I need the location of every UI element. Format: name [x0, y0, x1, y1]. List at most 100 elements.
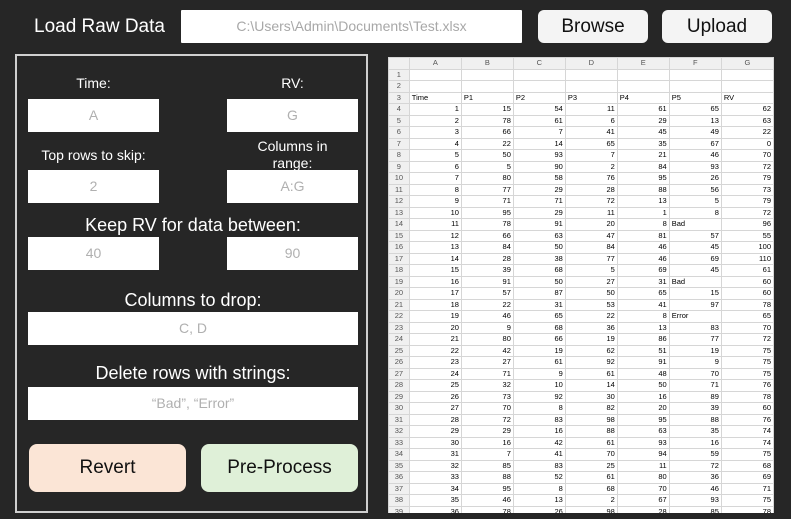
table-row: 19 16 91 50 27 31 Bad 60: [388, 275, 774, 288]
revert-button[interactable]: Revert: [29, 444, 186, 492]
table-cell: 46: [668, 482, 722, 495]
row-number: 10: [388, 172, 410, 185]
table-cell: 46: [460, 310, 514, 323]
table-cell: 78: [720, 505, 774, 513]
table-row: 35 32 85 83 25 11 72 68: [388, 459, 774, 472]
column-header: A: [408, 57, 462, 70]
table-cell: 60: [720, 287, 774, 300]
columns-to-drop-input[interactable]: C, D: [28, 312, 358, 345]
row-number: 32: [388, 425, 410, 438]
spreadsheet-table: A B C D E F G 1 2 3 Time P1 P2 P3 P4 P5 RV 4 1 15 54 11 61 65 62…: [388, 57, 774, 513]
table-cell: 52: [512, 471, 566, 484]
rv-input[interactable]: G: [227, 99, 358, 132]
table-cell: 72: [668, 459, 722, 472]
table-cell: 77: [668, 333, 722, 346]
delete-rows-input[interactable]: “Bad”, “Error”: [28, 387, 358, 420]
time-input[interactable]: A: [28, 99, 159, 132]
table-cell: 66: [512, 333, 566, 346]
table-cell: 17: [408, 287, 462, 300]
table-cell: 70: [564, 448, 618, 461]
table-row: 11 8 77 29 28 88 56 73: [388, 183, 774, 196]
table-cell: 1: [408, 103, 462, 116]
table-cell: 16: [408, 275, 462, 288]
table-cell: 93: [512, 149, 566, 162]
table-cell: 78: [460, 218, 514, 231]
row-number: 15: [388, 229, 410, 242]
preprocess-button[interactable]: Pre-Process: [201, 444, 358, 492]
columns-in-range-label: Columns in range:: [257, 138, 328, 171]
table-row: 16 13 84 50 84 46 45 100: [388, 241, 774, 254]
row-number: 1: [388, 68, 410, 81]
table-cell: 56: [668, 183, 722, 196]
rows-to-skip-input[interactable]: 2: [28, 170, 159, 203]
keep-rv-max-input[interactable]: 90: [227, 237, 358, 270]
table-cell: P4: [616, 91, 670, 104]
table-cell: 96: [720, 218, 774, 231]
table-row: 14 11 78 91 20 8 Bad 96: [388, 218, 774, 231]
table-cell: 28: [616, 505, 670, 513]
table-cell: 45: [616, 126, 670, 139]
table-cell: 5: [460, 160, 514, 173]
table-cell: 68: [564, 482, 618, 495]
table-cell: 22: [460, 298, 514, 311]
row-number: 18: [388, 264, 410, 277]
table-cell: [616, 80, 670, 93]
table-row: 18 15 39 68 5 69 45 61: [388, 264, 774, 277]
table-row: 25 22 42 19 62 51 19 75: [388, 344, 774, 357]
upload-button[interactable]: Upload: [662, 10, 772, 43]
table-cell: [408, 80, 462, 93]
table-cell: 31: [408, 448, 462, 461]
table-cell: 16: [668, 436, 722, 449]
table-cell: 49: [668, 126, 722, 139]
table-row: 15 12 66 63 47 81 57 55: [388, 229, 774, 242]
delete-rows-label: Delete rows with strings:: [95, 363, 291, 383]
keep-rv-min-input[interactable]: 40: [28, 237, 159, 270]
table-cell: 39: [668, 402, 722, 415]
table-cell: 2: [564, 494, 618, 507]
table-cell: 83: [668, 321, 722, 334]
row-number: 3: [388, 91, 410, 104]
table-cell: 55: [720, 229, 774, 242]
table-cell: 30: [564, 390, 618, 403]
columns-in-range-input[interactable]: A:G: [227, 170, 358, 203]
table-row: 12 9 71 71 72 13 5 79: [388, 195, 774, 208]
table-cell: Time: [408, 91, 462, 104]
table-cell: 65: [616, 287, 670, 300]
table-cell: 46: [668, 149, 722, 162]
row-number: 23: [388, 321, 410, 334]
table-cell: 22: [408, 344, 462, 357]
table-row: 33 30 16 42 61 93 16 74: [388, 436, 774, 449]
file-path-field[interactable]: C:\Users\Admin\Documents\Test.xlsx: [181, 10, 522, 43]
table-cell: 32: [460, 379, 514, 392]
table-row: 10 7 80 58 76 95 26 79: [388, 172, 774, 185]
row-number: 22: [388, 310, 410, 323]
table-cell: 35: [668, 425, 722, 438]
table-cell: 13: [512, 494, 566, 507]
table-cell: Bad: [668, 275, 722, 288]
browse-button[interactable]: Browse: [538, 10, 648, 43]
table-cell: [512, 68, 566, 81]
row-number: 38: [388, 494, 410, 507]
table-cell: 98: [564, 413, 618, 426]
table-cell: P5: [668, 91, 722, 104]
time-label: Time:: [76, 75, 111, 91]
table-cell: 8: [616, 310, 670, 323]
row-number: 24: [388, 333, 410, 346]
table-cell: [460, 68, 514, 81]
column-header: D: [564, 57, 618, 70]
table-cell: 78: [720, 298, 774, 311]
table-row: 34 31 7 41 70 94 59 75: [388, 448, 774, 461]
table-row: 36 33 88 52 61 80 36 69: [388, 471, 774, 484]
table-row: 26 23 27 61 92 91 9 75: [388, 356, 774, 369]
table-cell: 74: [720, 425, 774, 438]
table-cell: 88: [564, 425, 618, 438]
table-cell: 84: [616, 160, 670, 173]
table-cell: 35: [408, 494, 462, 507]
row-number: 35: [388, 459, 410, 472]
load-raw-data-label: Load Raw Data: [34, 16, 165, 37]
table-cell: 94: [616, 448, 670, 461]
table-cell: 95: [460, 482, 514, 495]
table-cell: 71: [460, 367, 514, 380]
table-cell: 62: [564, 344, 618, 357]
table-cell: 16: [616, 390, 670, 403]
